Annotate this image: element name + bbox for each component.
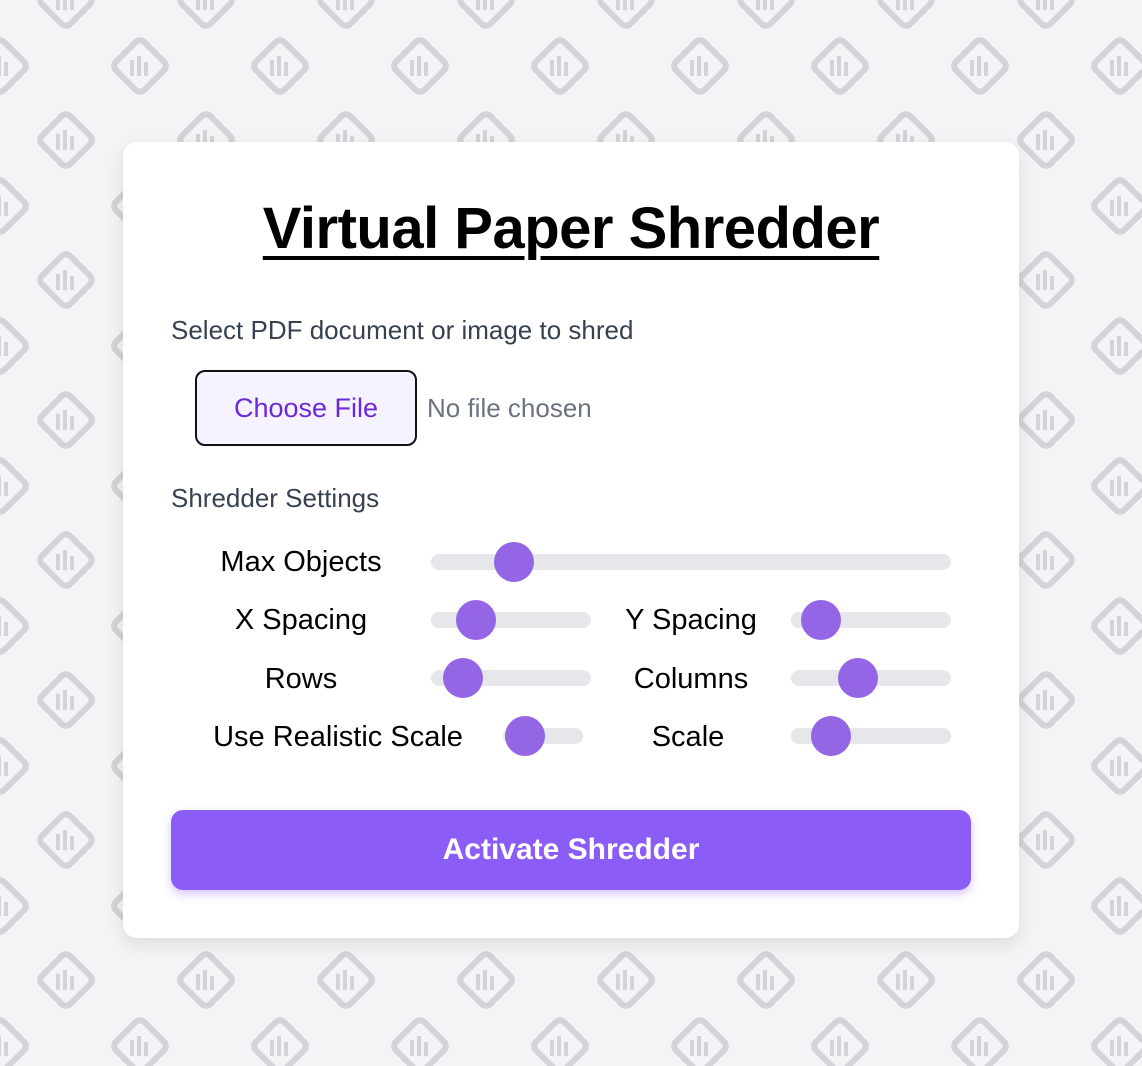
file-prompt-label: Select PDF document or image to shred (171, 315, 634, 345)
use-realistic-scale-label: Use Realistic Scale (213, 721, 463, 753)
activate-shredder-button[interactable]: Activate Shredder (171, 810, 971, 890)
scale-slider[interactable] (791, 716, 951, 756)
rows-label: Rows (264, 663, 338, 695)
rows-slider-thumb[interactable] (443, 658, 483, 698)
y-spacing-slider[interactable] (791, 600, 951, 640)
x-spacing-label: X Spacing (234, 604, 368, 636)
shredder-card: Virtual Paper Shredder Select PDF docume… (123, 142, 1019, 938)
rows-slider[interactable] (431, 658, 591, 698)
max-objects-label: Max Objects (220, 546, 382, 578)
page-title: Virtual Paper Shredder (262, 196, 880, 261)
use-realistic-scale-thumb[interactable] (505, 716, 546, 756)
x-spacing-slider[interactable] (431, 600, 591, 640)
use-realistic-scale-toggle[interactable] (503, 716, 583, 756)
no-file-text: No file chosen (427, 392, 592, 423)
scale-label: Scale (651, 721, 725, 753)
scale-slider-thumb[interactable] (811, 716, 851, 756)
settings-heading: Shredder Settings (171, 483, 380, 513)
choose-file-button[interactable]: Choose File (195, 370, 417, 446)
x-spacing-slider-thumb[interactable] (455, 600, 496, 640)
y-spacing-slider-thumb[interactable] (801, 600, 842, 640)
max-objects-slider[interactable] (431, 542, 951, 582)
columns-label: Columns (633, 663, 749, 695)
y-spacing-label: Y Spacing (625, 604, 757, 636)
columns-slider[interactable] (791, 658, 951, 698)
max-objects-slider-thumb[interactable] (494, 542, 535, 582)
file-input[interactable]: Choose File No file chosen (195, 370, 592, 446)
columns-slider-thumb[interactable] (838, 658, 879, 698)
